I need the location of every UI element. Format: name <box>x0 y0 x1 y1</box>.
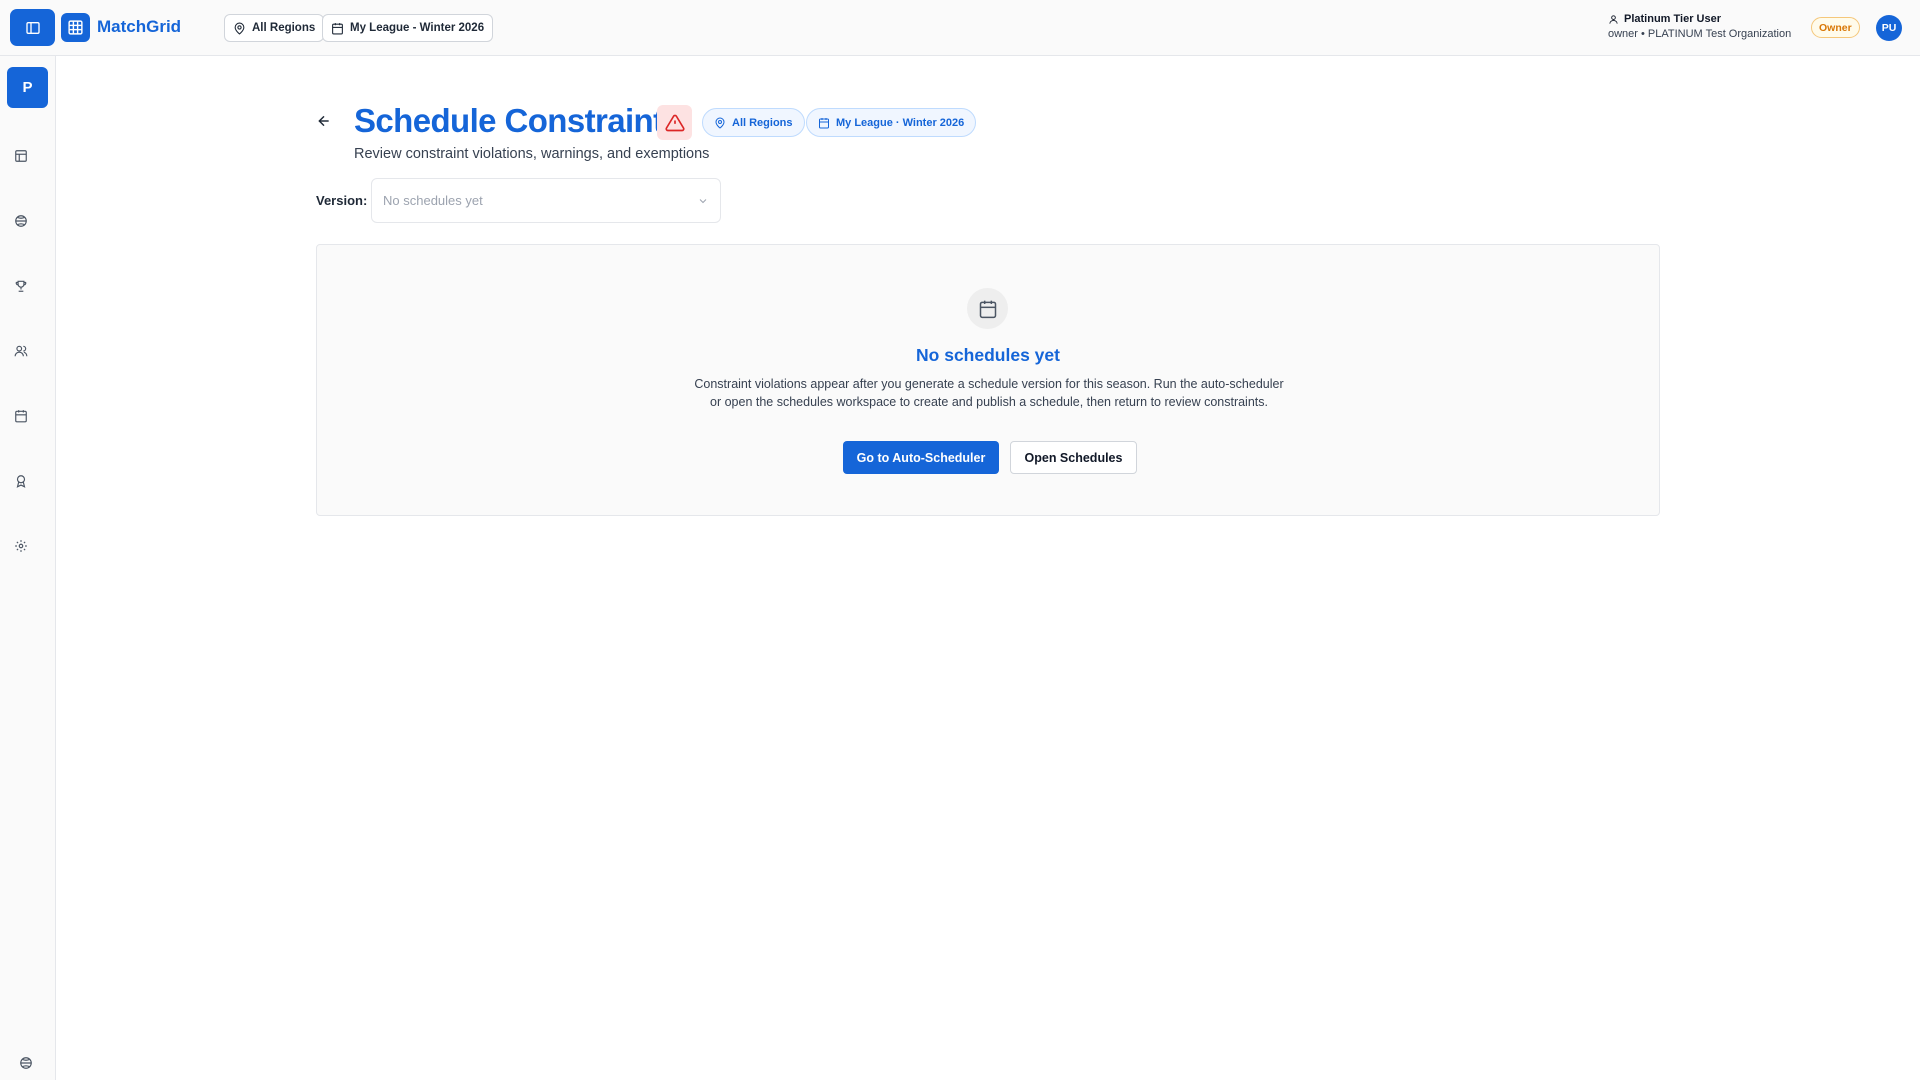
page-subtitle: Review constraint violations, warnings, … <box>354 146 710 162</box>
sidebar-item-teams[interactable] <box>12 342 30 360</box>
version-select-value: No schedules yet <box>383 193 483 208</box>
calendar-icon <box>979 300 996 318</box>
arrow-left-icon <box>318 115 329 127</box>
calendar-icon <box>332 22 343 34</box>
app-logo[interactable] <box>61 13 90 42</box>
region-filter-label: All Regions <box>252 22 316 34</box>
sidebar: P <box>0 56 56 1080</box>
sidebar-item-awards[interactable] <box>12 472 30 490</box>
calendar-icon <box>819 117 829 128</box>
map-pin-icon <box>234 22 245 35</box>
season-filter-label: My League - Winter 2026 <box>350 22 485 34</box>
sidebar-item-sports[interactable] <box>12 212 30 230</box>
page-title: Schedule Constraints <box>354 102 682 139</box>
back-button[interactable] <box>316 113 334 131</box>
empty-state-icon <box>967 288 1008 329</box>
season-chip-label: My League · Winter 2026 <box>836 116 965 129</box>
sidebar-item-settings[interactable] <box>12 537 30 555</box>
sidebar-item-schedules[interactable] <box>12 407 30 425</box>
warning-indicator <box>657 105 692 140</box>
open-schedules-button[interactable]: Open Schedules <box>1010 441 1137 474</box>
alert-triangle-icon <box>664 114 685 131</box>
app-name[interactable]: MatchGrid <box>97 17 181 37</box>
top-bar: MatchGrid All Regions My League - Winter… <box>0 0 1920 56</box>
season-chip[interactable]: My League · Winter 2026 <box>806 108 977 137</box>
empty-state-title: No schedules yet <box>916 345 1060 365</box>
user-name: Platinum Tier User <box>1624 13 1721 25</box>
version-select[interactable]: No schedules yet <box>371 178 721 223</box>
avatar[interactable]: PU <box>1876 15 1902 41</box>
sidebar-item-tournaments[interactable] <box>12 277 30 295</box>
grid-icon <box>68 20 83 35</box>
season-filter-button[interactable]: My League - Winter 2026 <box>322 14 494 42</box>
empty-state-card: No schedules yet Constraint violations a… <box>316 244 1660 516</box>
map-pin-icon <box>715 117 725 129</box>
users-icon <box>14 345 28 357</box>
sidebar-toggle-button[interactable] <box>10 9 55 46</box>
user-info: Platinum Tier User owner • PLATINUM Test… <box>1608 13 1791 40</box>
chevron-down-icon <box>699 198 707 203</box>
sidebar-item-dashboard[interactable] <box>12 147 30 165</box>
sports-ball-icon <box>15 215 27 227</box>
dashboard-icon <box>15 150 27 162</box>
region-chip[interactable]: All Regions <box>702 108 805 137</box>
version-label: Version: <box>316 193 368 208</box>
org-switcher[interactable]: P <box>7 67 48 108</box>
region-chip-label: All Regions <box>732 116 793 129</box>
role-badge: Owner <box>1811 17 1860 38</box>
region-filter-button[interactable]: All Regions <box>224 14 325 42</box>
calendar-icon <box>15 410 27 423</box>
trophy-icon <box>15 280 27 292</box>
empty-state-description: Constraint violations appear after you g… <box>694 377 1284 409</box>
sidebar-footer-button[interactable] <box>19 1056 35 1072</box>
user-icon <box>1609 14 1618 24</box>
settings-icon <box>15 540 27 552</box>
sports-ball-icon <box>20 1057 32 1069</box>
go-to-auto-scheduler-button[interactable]: Go to Auto-Scheduler <box>843 441 999 474</box>
panel-left-icon <box>25 21 40 34</box>
award-icon <box>16 475 26 488</box>
user-org: owner • PLATINUM Test Organization <box>1608 28 1792 40</box>
